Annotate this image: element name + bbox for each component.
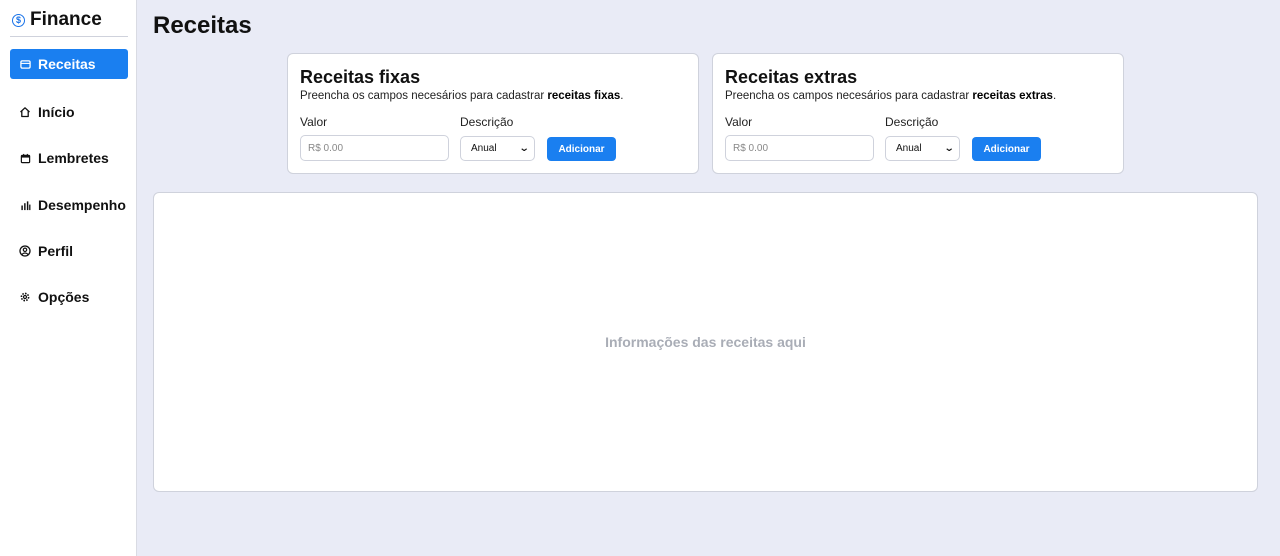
chevron-down-icon: ⌄: [943, 143, 955, 154]
add-button[interactable]: Adicionar: [547, 137, 616, 161]
descricao-select[interactable]: Anual ⌄: [460, 136, 535, 161]
valor-input[interactable]: [300, 135, 449, 161]
card-title: Receitas fixas: [300, 67, 421, 87]
sidebar-item-label: Início: [38, 104, 75, 120]
descricao-select[interactable]: Anual ⌄: [885, 136, 960, 161]
dollar-circle-icon: $: [12, 13, 25, 27]
add-button[interactable]: Adicionar: [972, 137, 1041, 161]
sidebar-item-perfil[interactable]: Perfil: [10, 236, 128, 266]
sidebar-item-label: Opções: [38, 289, 90, 305]
page-title: Receitas: [153, 12, 252, 39]
valor-label: Valor: [725, 115, 753, 129]
card-subtitle-emphasis: receitas extras: [972, 90, 1053, 102]
card-subtitle-emphasis: receitas fixas: [547, 90, 621, 102]
card-receitas-extras: Receitas extras Preencha os campos neces…: [712, 53, 1124, 174]
sidebar-item-label: Receitas: [38, 56, 96, 72]
gear-icon: [18, 291, 32, 303]
brand[interactable]: $ Finance: [12, 9, 102, 31]
valor-input[interactable]: [725, 135, 874, 161]
sidebar-item-receitas[interactable]: Receitas: [10, 49, 128, 79]
card-subtitle-end: .: [620, 90, 624, 102]
chevron-down-icon: ⌄: [518, 143, 530, 154]
calendar-icon: [18, 153, 32, 164]
select-value: Anual: [896, 143, 922, 154]
card-title: Receitas extras: [725, 67, 858, 87]
card-subtitle: Preencha os campos necesários para cadas…: [300, 90, 623, 102]
card-subtitle-text: Preencha os campos necesários para cadas…: [300, 90, 548, 102]
card-subtitle: Preencha os campos necesários para cadas…: [725, 90, 1056, 102]
bar-chart-icon: [18, 200, 32, 211]
sidebar-item-opcoes[interactable]: Opções: [10, 282, 128, 312]
home-icon: [18, 106, 32, 118]
wallet-icon: [18, 59, 32, 70]
sidebar-item-label: Desempenho: [38, 197, 126, 213]
brand-name: Finance: [30, 9, 102, 30]
brand-divider: [10, 36, 128, 37]
user-circle-icon: [18, 245, 32, 257]
sidebar-item-label: Lembretes: [38, 150, 109, 166]
sidebar-item-inicio[interactable]: Início: [10, 97, 128, 127]
receitas-info-panel: Informações das receitas aqui: [153, 192, 1258, 492]
card-subtitle-text: Preencha os campos necesários para cadas…: [725, 90, 973, 102]
descricao-label: Descrição: [460, 115, 514, 129]
sidebar: $ Finance Receitas Início Lembretes Dese…: [0, 0, 137, 556]
card-receitas-fixas: Receitas fixas Preencha os campos necesá…: [287, 53, 699, 174]
descricao-label: Descrição: [885, 115, 939, 129]
card-subtitle-end: .: [1052, 90, 1057, 102]
valor-label: Valor: [300, 115, 328, 129]
sidebar-item-label: Perfil: [38, 243, 74, 259]
sidebar-item-desempenho[interactable]: Desempenho: [10, 190, 128, 220]
select-value: Anual: [471, 143, 497, 154]
info-placeholder-text: Informações das receitas aqui: [605, 334, 806, 350]
sidebar-item-lembretes[interactable]: Lembretes: [10, 143, 128, 173]
